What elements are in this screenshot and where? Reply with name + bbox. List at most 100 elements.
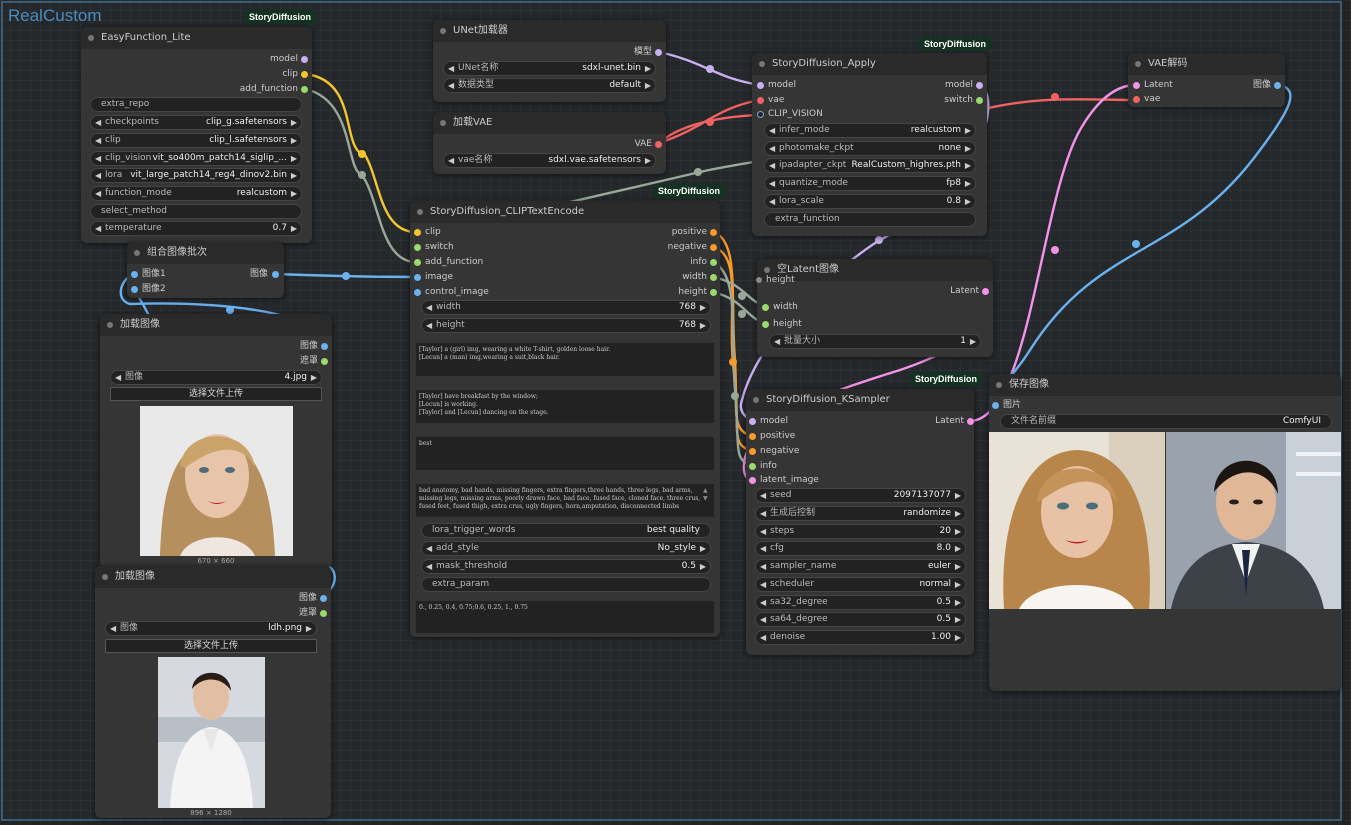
output-model-socket[interactable] bbox=[655, 49, 662, 56]
node-header[interactable]: StoryDiffusion_Apply bbox=[752, 53, 987, 75]
upload-button[interactable]: 选择文件上传 bbox=[105, 639, 317, 653]
output-negative-socket[interactable] bbox=[710, 244, 717, 251]
node-header[interactable]: UNet加载器 bbox=[433, 20, 666, 42]
input-width-socket[interactable] bbox=[762, 304, 769, 311]
input-add-function-socket[interactable] bbox=[414, 259, 421, 266]
sampler-name-combo[interactable]: ◀ sampler_name euler ▶ bbox=[755, 559, 966, 574]
temperature-number[interactable]: ◀ temperature 0.7 ▶ bbox=[90, 221, 302, 236]
node-header[interactable]: EasyFunction_Lite bbox=[81, 27, 312, 49]
output-latent-socket[interactable] bbox=[982, 288, 989, 295]
clip-vision-combo[interactable]: ◀ clip_vision vit_so400m_patch14_siglip_..… bbox=[90, 151, 302, 166]
input-image1-socket[interactable] bbox=[131, 271, 138, 278]
scheduler-combo[interactable]: ◀ scheduler normal ▶ bbox=[755, 577, 966, 592]
input-vae-socket[interactable] bbox=[757, 97, 764, 104]
input-positive-socket[interactable] bbox=[749, 433, 756, 440]
ipadapter-ckpt-combo[interactable]: ◀ ipadapter_ckpt RealCustom_highres.pth ▶ bbox=[764, 158, 976, 173]
input-negative-socket[interactable] bbox=[749, 448, 756, 455]
input-latent-socket[interactable] bbox=[1133, 82, 1140, 89]
clip-combo[interactable]: ◀ clip clip_l.safetensors ▶ bbox=[90, 133, 302, 148]
node-empty-latent[interactable]: 空Latent图像 height width height Latent ◀ 批量… bbox=[756, 259, 993, 357]
seed-number[interactable]: ◀ seed 2097137077 ▶ bbox=[755, 488, 966, 503]
node-storydiffusion-ksampler[interactable]: StoryDiffusion_KSampler model positive n… bbox=[746, 389, 974, 655]
output-mask-socket[interactable] bbox=[320, 610, 327, 617]
input-vae-socket[interactable] bbox=[1133, 96, 1140, 103]
image-file-combo[interactable]: ◀ 图像 4.jpg ▶ bbox=[110, 370, 322, 385]
node-header[interactable]: 加载VAE bbox=[433, 112, 666, 134]
lora-trigger-words-input[interactable]: lora_trigger_words best quality bbox=[421, 523, 711, 538]
output-mask-socket[interactable] bbox=[321, 358, 328, 365]
input-image2-socket[interactable] bbox=[131, 286, 138, 293]
output-height-socket[interactable] bbox=[710, 289, 717, 296]
input-switch-socket[interactable] bbox=[414, 244, 421, 251]
extra-param-input[interactable]: extra_param bbox=[421, 577, 711, 592]
cfg-number[interactable]: ◀ cfg 8.0 ▶ bbox=[755, 541, 966, 556]
control-after-generate-combo[interactable]: ◀ 生成后控制 randomize ▶ bbox=[755, 506, 966, 521]
scene-prompt-textarea[interactable]: [Taylor] have breakfast by the window; [… bbox=[416, 390, 714, 423]
width-number[interactable]: ◀ width 768 ▶ bbox=[421, 300, 711, 315]
input-model-socket[interactable] bbox=[757, 82, 764, 89]
checkpoints-combo[interactable]: ◀ checkpoints clip_g.safetensors ▶ bbox=[90, 115, 302, 130]
character-prompt-textarea[interactable]: [Taylor] a (girl) img, wearing a white T… bbox=[416, 343, 714, 376]
input-images-socket[interactable] bbox=[992, 402, 999, 409]
output-positive-socket[interactable] bbox=[710, 229, 717, 236]
extra-function-input[interactable]: extra_function bbox=[764, 212, 976, 227]
node-header[interactable]: 加载图像 bbox=[95, 566, 331, 588]
input-clip-vision-socket[interactable] bbox=[757, 111, 764, 118]
input-height2-socket[interactable] bbox=[762, 321, 769, 328]
node-image-batch[interactable]: 组合图像批次 图像1 图像2 图像 bbox=[127, 242, 284, 298]
output-add-function-socket[interactable] bbox=[301, 86, 308, 93]
output-switch-socket[interactable] bbox=[976, 97, 983, 104]
node-header[interactable]: StoryDiffusion_KSampler bbox=[746, 389, 974, 411]
output-image-socket[interactable] bbox=[1274, 82, 1281, 89]
lora-scale-number[interactable]: ◀ lora_scale 0.8 ▶ bbox=[764, 194, 976, 209]
output-model-socket[interactable] bbox=[301, 56, 308, 63]
input-clip-socket[interactable] bbox=[414, 229, 421, 236]
node-load-image-2[interactable]: 加载图像 图像 遮罩 ◀ 图像 ldh.png ▶ 选择文件上传 896 × 1280 bbox=[95, 566, 331, 818]
mask-threshold-number[interactable]: ◀ mask_threshold 0.5 ▶ bbox=[421, 559, 711, 574]
quantize-mode-combo[interactable]: ◀ quantize_mode fp8 ▶ bbox=[764, 176, 976, 191]
batch-size-number[interactable]: ◀ 批量大小 1 ▶ bbox=[769, 334, 981, 349]
node-easyfunction-lite[interactable]: EasyFunction_Lite model clip add_functio… bbox=[81, 27, 312, 243]
output-image-socket[interactable] bbox=[320, 595, 327, 602]
node-storydiffusion-apply[interactable]: StoryDiffusion_Apply model vae CLIP_VISI… bbox=[752, 53, 987, 236]
select-method-input[interactable]: select_method bbox=[90, 204, 302, 219]
style-prompt-textarea[interactable]: best bbox=[416, 437, 714, 470]
add-style-combo[interactable]: ◀ add_style No_style ▶ bbox=[421, 541, 711, 556]
node-clip-text-encode[interactable]: StoryDiffusion_CLIPTextEncode clip switc… bbox=[410, 201, 720, 637]
node-save-image[interactable]: 保存图像 图片 文件名前缀 ComfyUI bbox=[989, 374, 1341, 691]
output-clip-socket[interactable] bbox=[301, 71, 308, 78]
photomake-ckpt-combo[interactable]: ◀ photomake_ckpt none ▶ bbox=[764, 141, 976, 156]
negative-prompt-textarea[interactable]: bad anatomy, bad hands, missing fingers,… bbox=[416, 484, 714, 517]
steps-number[interactable]: ◀ steps 20 ▶ bbox=[755, 524, 966, 539]
input-image-socket[interactable] bbox=[414, 274, 421, 281]
dtype-combo[interactable]: ◀ 数据类型 default ▶ bbox=[443, 78, 656, 93]
upload-button[interactable]: 选择文件上传 bbox=[110, 387, 322, 401]
unet-name-combo[interactable]: ◀ UNet名称 sdxl-unet.bin ▶ bbox=[443, 61, 656, 76]
node-header[interactable]: 组合图像批次 bbox=[127, 242, 284, 264]
output-latent-socket[interactable] bbox=[967, 418, 974, 425]
output-width-socket[interactable] bbox=[710, 274, 717, 281]
output-vae-socket[interactable] bbox=[655, 141, 662, 148]
lora-combo[interactable]: ◀ lora vit_large_patch14_reg4_dinov2.bin ▶ bbox=[90, 168, 302, 183]
output-image-socket[interactable] bbox=[272, 271, 279, 278]
image-file-combo[interactable]: ◀ 图像 ldh.png ▶ bbox=[105, 621, 317, 636]
sa32-degree-number[interactable]: ◀ sa32_degree 0.5 ▶ bbox=[755, 595, 966, 610]
function-mode-combo[interactable]: ◀ function_mode realcustom ▶ bbox=[90, 186, 302, 201]
output-image-socket[interactable] bbox=[321, 343, 328, 350]
input-info-socket[interactable] bbox=[749, 463, 756, 470]
infer-mode-combo[interactable]: ◀ infer_mode realcustom ▶ bbox=[764, 123, 976, 138]
node-load-image-1[interactable]: 加载图像 图像 遮罩 ◀ 图像 4.jpg ▶ 选择文件上传 670 × 660 bbox=[100, 314, 332, 568]
extra-repo-input[interactable]: extra_repo bbox=[90, 97, 302, 112]
input-control-image-socket[interactable] bbox=[414, 289, 421, 296]
height-number[interactable]: ◀ height 768 ▶ bbox=[421, 318, 711, 333]
node-unet-loader[interactable]: UNet加载器 模型 ◀ UNet名称 sdxl-unet.bin ▶ ◀ 数据类型 de… bbox=[433, 20, 666, 102]
node-header[interactable]: VAE解码 bbox=[1128, 53, 1285, 75]
node-vae-loader[interactable]: 加载VAE VAE ◀ vae名称 sdxl.vae.safetensors ▶ bbox=[433, 112, 666, 174]
node-header[interactable]: StoryDiffusion_CLIPTextEncode bbox=[410, 201, 720, 223]
vae-name-combo[interactable]: ◀ vae名称 sdxl.vae.safetensors ▶ bbox=[443, 153, 656, 168]
output-model-socket[interactable] bbox=[976, 82, 983, 89]
sa64-degree-number[interactable]: ◀ sa64_degree 0.5 ▶ bbox=[755, 612, 966, 627]
node-header[interactable]: 加载图像 bbox=[100, 314, 332, 336]
textarea-scrollbar[interactable]: ▲ ▼ bbox=[703, 487, 708, 503]
node-header[interactable]: 保存图像 bbox=[989, 374, 1341, 396]
